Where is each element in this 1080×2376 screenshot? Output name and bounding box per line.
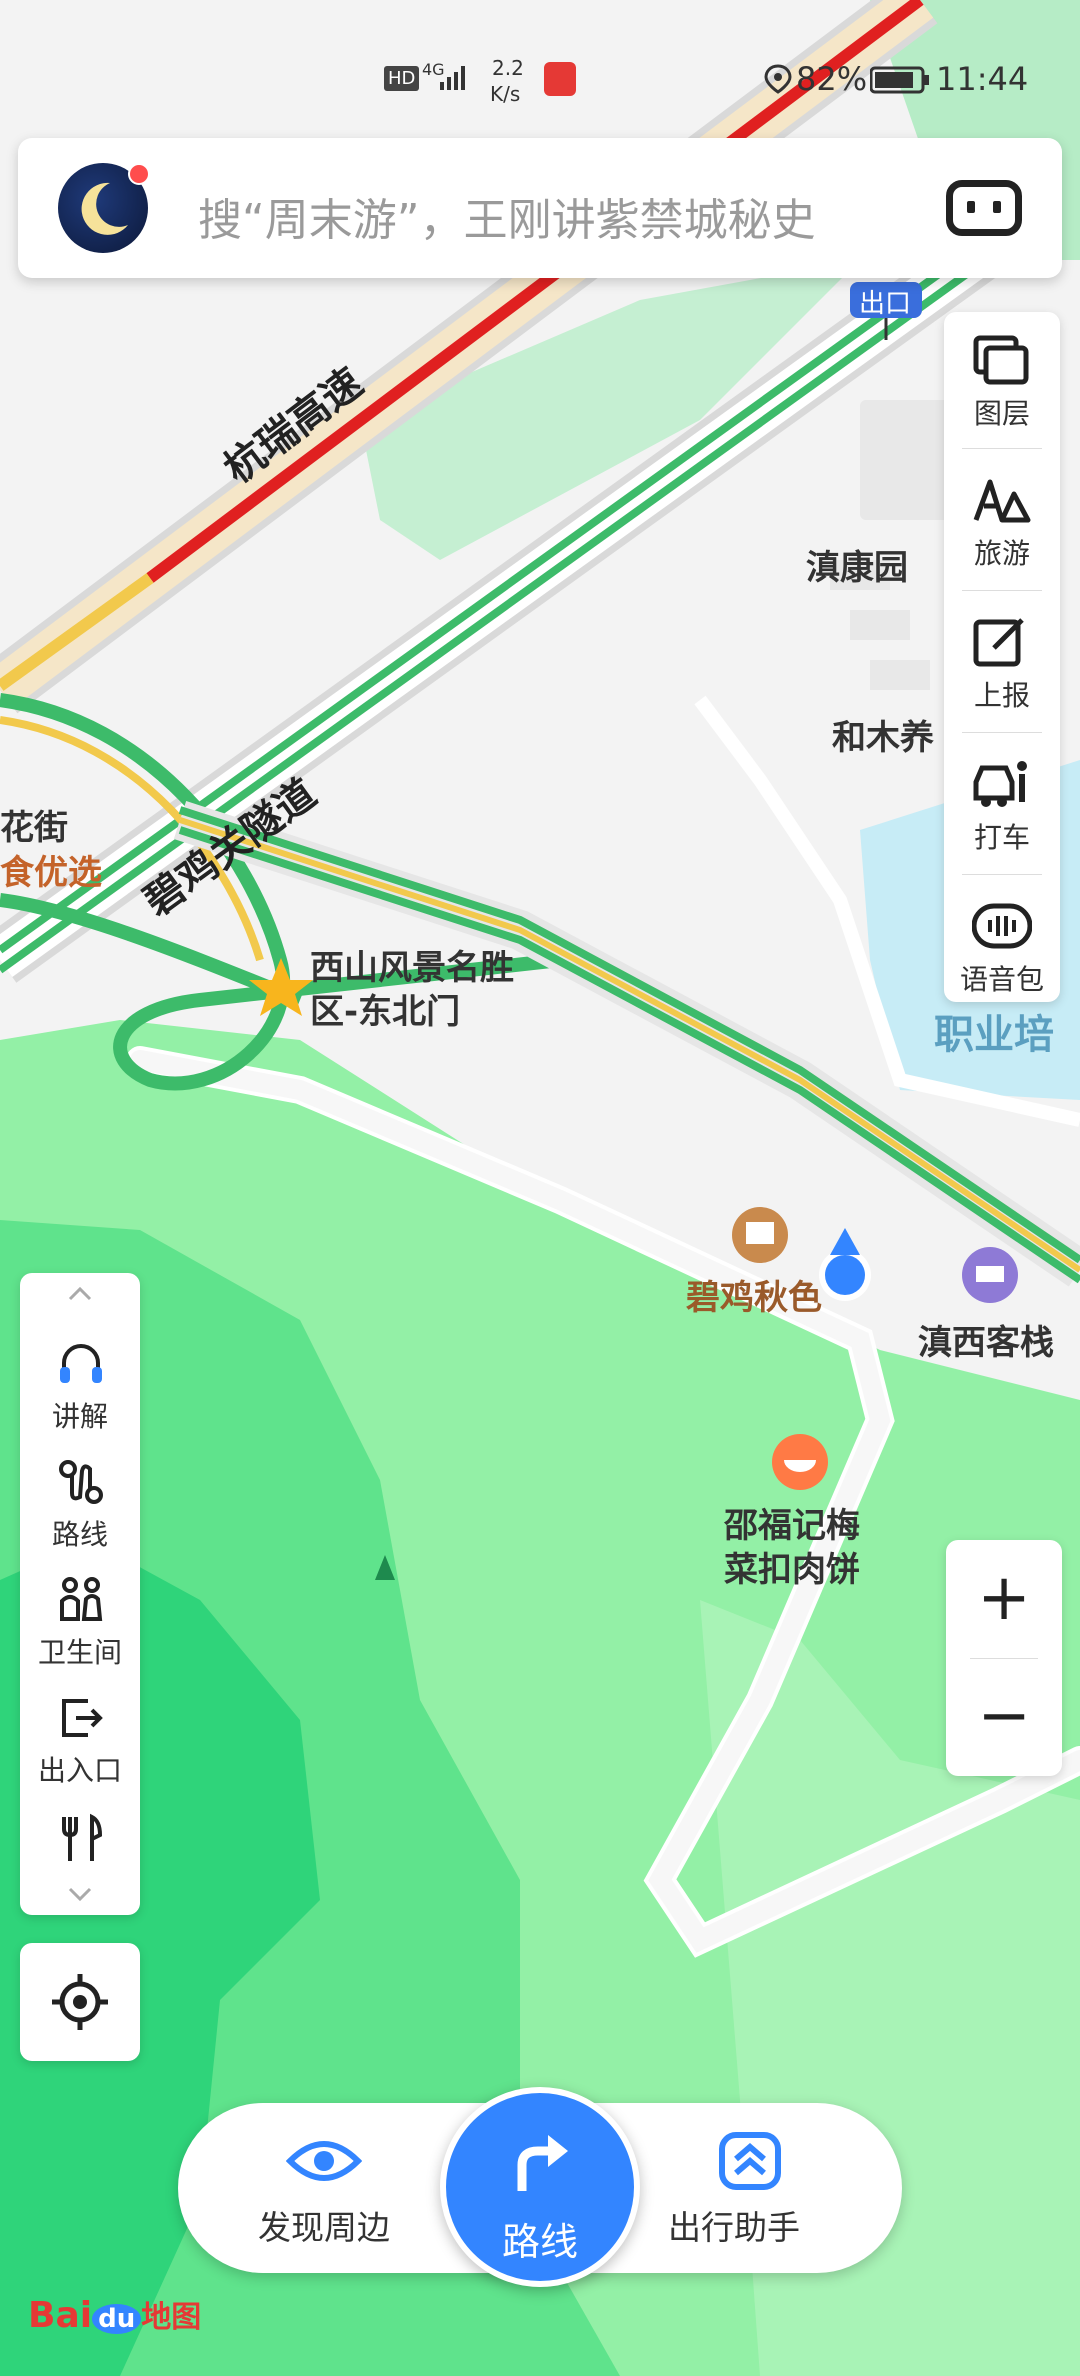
report-icon bbox=[973, 618, 1024, 667]
discover-button[interactable]: 发现周边 bbox=[218, 2103, 438, 2273]
hd-icon: HD bbox=[384, 66, 420, 91]
voice-pack-icon bbox=[972, 903, 1032, 949]
map-tools-panel: 图层 旅游 上报 打车 语音包 bbox=[944, 312, 1060, 1002]
notification-dot bbox=[128, 163, 150, 185]
restroom-button[interactable]: 卫生间 bbox=[20, 1563, 140, 1681]
voice-pack-button[interactable]: 语音包 bbox=[944, 878, 1060, 1018]
exit-sign-label: 出口 bbox=[859, 289, 912, 319]
clock: 11:44 bbox=[936, 60, 1029, 98]
scenic-tools-panel: 讲解 路线 卫生间 出入口 bbox=[20, 1273, 140, 1915]
layers-label: 图层 bbox=[973, 397, 1030, 430]
scroll-up-icon[interactable] bbox=[66, 1283, 94, 1303]
turn-right-icon bbox=[517, 2135, 568, 2191]
travel-icon bbox=[973, 479, 1031, 523]
report-label: 上报 bbox=[973, 679, 1030, 712]
taxi-label: 打车 bbox=[973, 821, 1030, 854]
poi-label-hemuyang[interactable]: 和木养 bbox=[832, 710, 934, 759]
search-bar[interactable]: 搜“周末游”，王刚讲紫禁城秘史 bbox=[18, 138, 1062, 278]
poi-label-xishan-line2[interactable]: 区-东北门 bbox=[310, 984, 460, 1033]
poi-label-dianxi[interactable]: 滇西客栈 bbox=[918, 1315, 1054, 1364]
headphones-icon bbox=[60, 1344, 102, 1383]
status-bar: HD 4G 2.2 K/s 82% 11:44 bbox=[0, 0, 1080, 130]
zoom-in-button[interactable]: + bbox=[946, 1558, 1062, 1638]
taxi-icon bbox=[973, 761, 1027, 807]
exit-entrance-button[interactable]: 出入口 bbox=[20, 1681, 140, 1799]
layers-icon bbox=[973, 335, 1029, 385]
search-input[interactable]: 搜“周末游”，王刚讲紫禁城秘史 bbox=[198, 184, 816, 248]
map-canvas[interactable] bbox=[0, 0, 1080, 2376]
assistant-button[interactable]: 出行助手 bbox=[640, 2103, 860, 2273]
layers-button[interactable]: 图层 bbox=[944, 312, 1060, 452]
route-tool-button[interactable]: 路线 bbox=[20, 1445, 140, 1563]
eye-icon bbox=[286, 2141, 362, 2181]
scroll-down-icon[interactable] bbox=[66, 1885, 94, 1905]
battery-percent: 82% bbox=[796, 60, 868, 98]
report-button[interactable]: 上报 bbox=[944, 594, 1060, 734]
guide-label: 讲解 bbox=[51, 1400, 108, 1433]
paw-icon: du bbox=[92, 2304, 142, 2334]
restroom-label: 卫生间 bbox=[37, 1636, 122, 1669]
net-speed-unit: K/s bbox=[490, 82, 521, 106]
locate-button[interactable] bbox=[20, 1943, 140, 2061]
poi-label-bijiqiuse[interactable]: 碧鸡秋色 bbox=[686, 1270, 822, 1319]
route-button[interactable]: 路线 bbox=[440, 2087, 640, 2287]
poi-label-diankangyuan[interactable]: 滇康园 bbox=[806, 540, 908, 589]
exit-entrance-label: 出入口 bbox=[37, 1754, 122, 1787]
signal-icon bbox=[440, 62, 470, 96]
location-icon bbox=[764, 64, 792, 98]
route-tool-label: 路线 bbox=[51, 1518, 108, 1551]
travel-button[interactable]: 旅游 bbox=[944, 452, 1060, 592]
restaurant-button[interactable] bbox=[20, 1799, 140, 1879]
hotel-poi-icon bbox=[962, 1247, 1018, 1303]
guide-button[interactable]: 讲解 bbox=[20, 1327, 140, 1445]
poi-label-shiyouxuan[interactable]: 食优选 bbox=[0, 845, 102, 894]
route-icon bbox=[59, 1460, 103, 1504]
exit-icon bbox=[62, 1699, 103, 1737]
voice-assistant-icon[interactable] bbox=[946, 180, 1022, 236]
poi-label-huajie[interactable]: 花街 bbox=[0, 800, 68, 849]
food-poi-icon bbox=[772, 1434, 828, 1490]
poi-label-xishan-line1[interactable]: 西山风景名胜 bbox=[310, 940, 514, 989]
taxi-button[interactable]: 打车 bbox=[944, 736, 1060, 876]
battery-icon bbox=[869, 66, 930, 98]
voice-pack-label: 语音包 bbox=[959, 963, 1044, 996]
discover-label: 发现周边 bbox=[258, 2208, 390, 2247]
zoom-controls: + − bbox=[946, 1540, 1062, 1776]
zoom-out-button[interactable]: − bbox=[946, 1676, 1062, 1756]
avatar[interactable] bbox=[58, 163, 150, 253]
assistant-icon bbox=[719, 2132, 781, 2190]
poi-label-shaofu-line1[interactable]: 邵福记梅 bbox=[724, 1498, 860, 1547]
poi-label-shaofu-line2[interactable]: 菜扣肉饼 bbox=[724, 1542, 860, 1591]
route-label: 路线 bbox=[501, 2220, 578, 2264]
restroom-icon bbox=[60, 1577, 103, 1621]
net-speed-value: 2.2 bbox=[492, 56, 524, 80]
travel-label: 旅游 bbox=[973, 537, 1030, 570]
museum-poi-icon bbox=[732, 1207, 788, 1263]
assistant-label: 出行助手 bbox=[668, 2208, 800, 2247]
locate-icon bbox=[52, 1974, 108, 2030]
mic-icon bbox=[544, 62, 576, 96]
restaurant-icon bbox=[62, 1813, 103, 1861]
baidu-map-logo: Bai du 地图 bbox=[28, 2295, 202, 2336]
